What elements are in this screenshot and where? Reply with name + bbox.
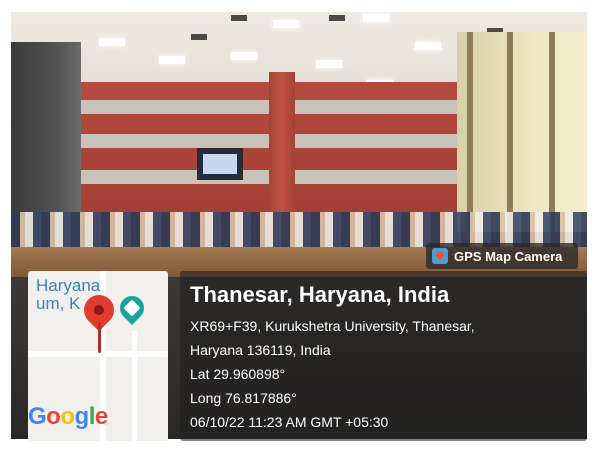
google-logo: Google <box>28 403 108 430</box>
address-line-1: XR69+F39, Kurukshetra University, Thanes… <box>190 318 475 334</box>
wall-screen <box>197 148 243 180</box>
poi-marker-icon <box>115 291 149 325</box>
windows <box>457 32 587 232</box>
ceiling-light <box>316 60 342 68</box>
ceiling-light <box>99 38 125 46</box>
map-pin-icon <box>432 248 448 264</box>
map-thumbnail: Haryana um, K Google <box>28 271 168 441</box>
gps-camera-badge: GPS Map Camera <box>426 243 578 269</box>
ceiling-light <box>363 14 389 22</box>
latitude: Lat 29.960898° <box>190 366 286 382</box>
ceiling-vent <box>191 34 207 40</box>
ceiling-vent <box>231 15 247 21</box>
badge-label: GPS Map Camera <box>454 248 563 264</box>
address-line-2: Haryana 136119, India <box>190 342 331 358</box>
timestamp: 06/10/22 11:23 AM GMT +05:30 <box>190 414 389 430</box>
location-info-panel: Thanesar, Haryana, India XR69+F39, Kuruk… <box>180 271 587 441</box>
longitude: Long 76.817886° <box>190 390 297 406</box>
ceiling-light <box>231 52 257 60</box>
pin-tail <box>98 323 101 353</box>
ceiling-light <box>415 42 441 50</box>
ceiling-light <box>273 20 299 28</box>
ceiling-vent <box>329 15 345 21</box>
location-title: Thanesar, Haryana, India <box>190 282 450 307</box>
ceiling-light <box>159 56 185 64</box>
